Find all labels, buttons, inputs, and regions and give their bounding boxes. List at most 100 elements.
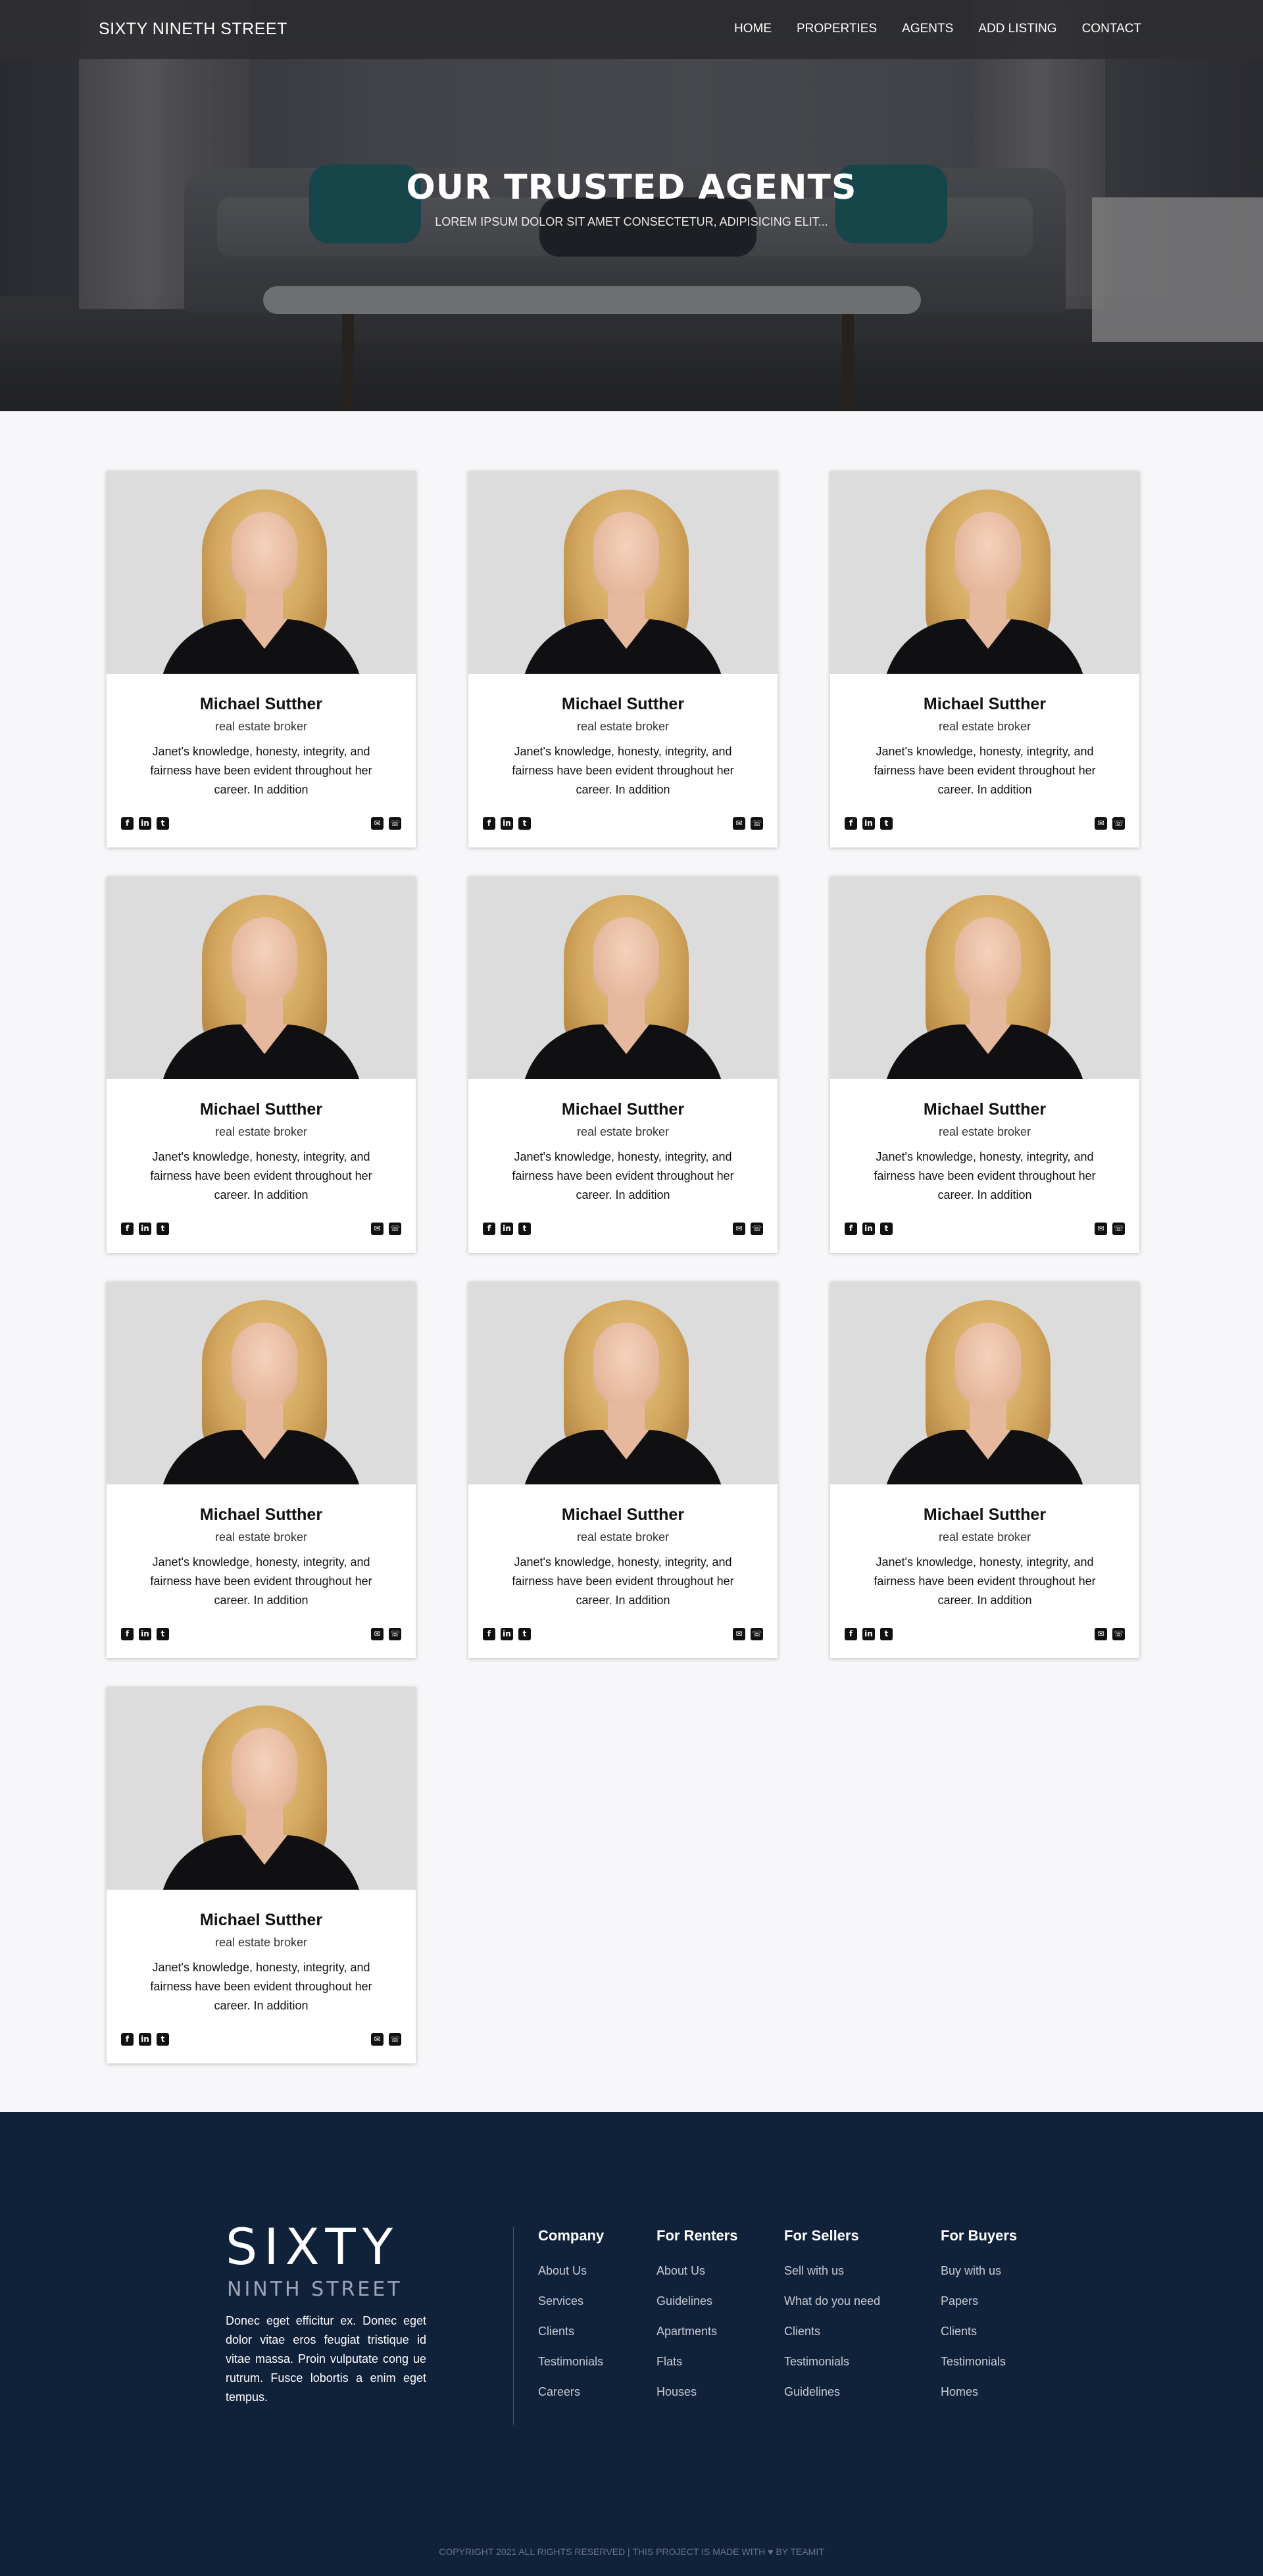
envelope-icon[interactable]: ✉	[1095, 1223, 1107, 1235]
agent-contact-links: ✉ ☏	[733, 1628, 763, 1640]
footer-link[interactable]: Testimonials	[784, 2355, 880, 2385]
phone-icon[interactable]: ☏	[751, 817, 763, 830]
facebook-icon[interactable]: f	[121, 1628, 134, 1640]
agent-name: Michael Sutther	[561, 695, 685, 713]
footer-link[interactable]: Apartments	[656, 2325, 737, 2355]
facebook-icon[interactable]: f	[845, 1223, 857, 1235]
footer-link[interactable]: Papers	[941, 2294, 1017, 2325]
linkedin-icon[interactable]: in	[501, 1628, 513, 1640]
agent-social-links: f in t	[121, 817, 169, 830]
agent-social-links: f in t	[845, 817, 893, 830]
footer-link[interactable]: Guidelines	[784, 2385, 880, 2415]
agent-role: real estate broker	[214, 1125, 308, 1138]
nav-properties[interactable]: PROPERTIES	[797, 22, 877, 36]
footer-column-title: For Buyers	[941, 2227, 1018, 2244]
twitter-icon[interactable]: t	[157, 1628, 169, 1640]
envelope-icon[interactable]: ✉	[733, 1223, 745, 1235]
footer-sublogo: NINTH STREET	[227, 2278, 403, 2301]
footer-link[interactable]: Clients	[941, 2325, 1017, 2355]
phone-icon[interactable]: ☏	[751, 1223, 763, 1235]
agent-contact-links: ✉ ☏	[733, 817, 763, 830]
footer-link[interactable]: Buy with us	[941, 2264, 1017, 2294]
agent-social-links: f in t	[121, 1223, 169, 1235]
footer-column-renters: For Renters About Us Guidelines Apartmen…	[656, 2227, 737, 2415]
envelope-icon[interactable]: ✉	[1095, 1628, 1107, 1640]
footer-link[interactable]: Testimonials	[941, 2355, 1017, 2385]
linkedin-icon[interactable]: in	[139, 1628, 151, 1640]
linkedin-icon[interactable]: in	[139, 1223, 151, 1235]
agent-photo	[468, 471, 778, 674]
twitter-icon[interactable]: t	[518, 817, 531, 830]
envelope-icon[interactable]: ✉	[733, 817, 745, 830]
agent-description: Janet's knowledge, honesty, integrity, a…	[874, 745, 1096, 796]
phone-icon[interactable]: ☏	[1112, 1628, 1125, 1640]
footer-link[interactable]: Careers	[538, 2385, 604, 2415]
nav-contact[interactable]: CONTACT	[1082, 22, 1141, 36]
agent-description: Janet's knowledge, honesty, integrity, a…	[150, 1150, 372, 1201]
footer-link[interactable]: About Us	[656, 2264, 737, 2294]
nav-home[interactable]: HOME	[734, 22, 772, 36]
agent-description: Janet's knowledge, honesty, integrity, a…	[512, 1150, 734, 1201]
twitter-icon[interactable]: t	[157, 2033, 169, 2046]
envelope-icon[interactable]: ✉	[733, 1628, 745, 1640]
linkedin-icon[interactable]: in	[501, 817, 513, 830]
envelope-icon[interactable]: ✉	[371, 2033, 384, 2046]
phone-icon[interactable]: ☏	[1112, 1223, 1125, 1235]
phone-icon[interactable]: ☏	[751, 1628, 763, 1640]
footer-link[interactable]: Sell with us	[784, 2264, 880, 2294]
phone-icon[interactable]: ☏	[389, 2033, 401, 2046]
envelope-icon[interactable]: ✉	[371, 1223, 384, 1235]
footer-link[interactable]: What do you need	[784, 2294, 880, 2325]
brand-logo[interactable]: SIXTY NINETH STREET	[99, 20, 287, 39]
agent-name: Michael Sutther	[561, 1100, 685, 1119]
twitter-icon[interactable]: t	[157, 1223, 169, 1235]
twitter-icon[interactable]: t	[518, 1223, 531, 1235]
footer-link[interactable]: Flats	[656, 2355, 737, 2385]
twitter-icon[interactable]: t	[518, 1628, 531, 1640]
footer-link[interactable]: Clients	[538, 2325, 604, 2355]
footer-column-title: For Renters	[656, 2227, 738, 2244]
twitter-icon[interactable]: t	[880, 1628, 893, 1640]
facebook-icon[interactable]: f	[121, 1223, 134, 1235]
footer-link[interactable]: Houses	[656, 2385, 737, 2415]
linkedin-icon[interactable]: in	[862, 1223, 875, 1235]
phone-icon[interactable]: ☏	[389, 1223, 401, 1235]
hero-section: SIXTY NINETH STREET HOME PROPERTIES AGEN…	[0, 0, 1263, 411]
nav-agents[interactable]: AGENTS	[902, 22, 953, 36]
phone-icon[interactable]: ☏	[1112, 817, 1125, 830]
linkedin-icon[interactable]: in	[139, 817, 151, 830]
agent-social-links: f in t	[483, 1223, 531, 1235]
footer-link[interactable]: Guidelines	[656, 2294, 737, 2325]
facebook-icon[interactable]: f	[121, 2033, 134, 2046]
footer-link[interactable]: Clients	[784, 2325, 880, 2355]
twitter-icon[interactable]: t	[880, 817, 893, 830]
facebook-icon[interactable]: f	[483, 1628, 495, 1640]
linkedin-icon[interactable]: in	[862, 817, 875, 830]
agent-name: Michael Sutther	[923, 695, 1047, 713]
agent-role: real estate broker	[214, 1936, 308, 1949]
twitter-icon[interactable]: t	[157, 817, 169, 830]
envelope-icon[interactable]: ✉	[371, 817, 384, 830]
nav-add-listing[interactable]: ADD LISTING	[978, 22, 1056, 36]
phone-icon[interactable]: ☏	[389, 817, 401, 830]
footer-description: Donec eget efficitur ex. Donec eget dolo…	[226, 2314, 426, 2404]
facebook-icon[interactable]: f	[121, 817, 134, 830]
envelope-icon[interactable]: ✉	[1095, 817, 1107, 830]
linkedin-icon[interactable]: in	[501, 1223, 513, 1235]
facebook-icon[interactable]: f	[845, 1628, 857, 1640]
twitter-icon[interactable]: t	[880, 1223, 893, 1235]
agent-contact-links: ✉ ☏	[1095, 1223, 1125, 1235]
footer-link[interactable]: Testimonials	[538, 2355, 604, 2385]
footer-link[interactable]: About Us	[538, 2264, 604, 2294]
linkedin-icon[interactable]: in	[862, 1628, 875, 1640]
facebook-icon[interactable]: f	[483, 817, 495, 830]
phone-icon[interactable]: ☏	[389, 1628, 401, 1640]
facebook-icon[interactable]: f	[483, 1223, 495, 1235]
facebook-icon[interactable]: f	[845, 817, 857, 830]
footer-link[interactable]: Services	[538, 2294, 604, 2325]
envelope-icon[interactable]: ✉	[371, 1628, 384, 1640]
footer-link[interactable]: Homes	[941, 2385, 1017, 2415]
linkedin-icon[interactable]: in	[139, 2033, 151, 2046]
agent-card: Michael Sutther real estate broker Janet…	[830, 1282, 1139, 1658]
agent-photo	[830, 876, 1139, 1079]
